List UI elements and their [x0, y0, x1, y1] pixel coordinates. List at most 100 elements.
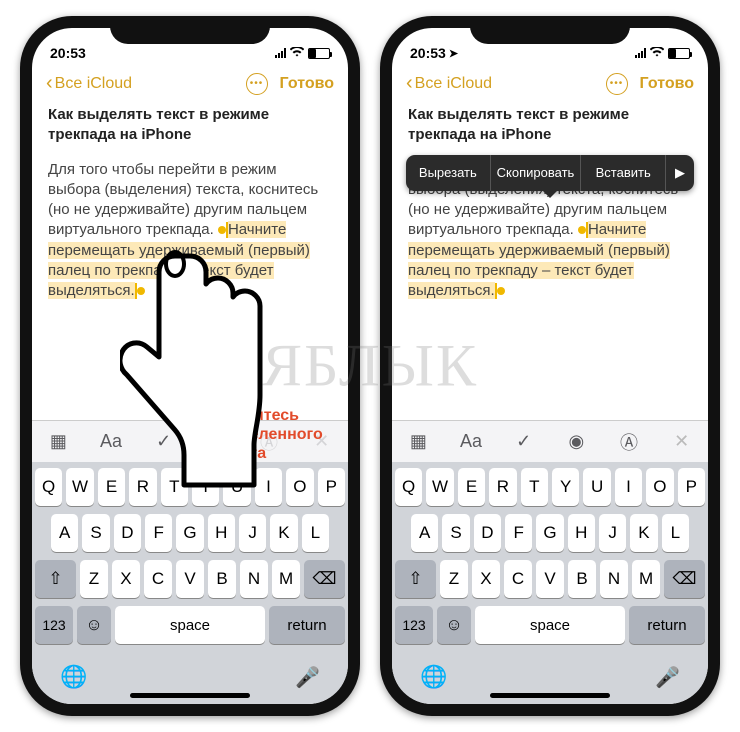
- annotation-text: Коснитесь выделенного текста: [216, 406, 323, 464]
- key-h[interactable]: H: [208, 514, 235, 552]
- shift-key[interactable]: ⇧: [35, 560, 76, 598]
- iphone-right: 20:53 ➤ ‹ Все iCloud ••• Готово Как вы: [380, 16, 720, 716]
- note-editor[interactable]: Как выделять текст в режиме трекпада на …: [392, 105, 708, 420]
- key-w[interactable]: W: [426, 468, 453, 506]
- key-m[interactable]: M: [272, 560, 300, 598]
- key-l[interactable]: L: [662, 514, 689, 552]
- emoji-key[interactable]: ☺: [77, 606, 111, 644]
- key-f[interactable]: F: [145, 514, 172, 552]
- close-keyboard-icon[interactable]: ✕: [666, 431, 698, 452]
- key-a[interactable]: A: [411, 514, 438, 552]
- key-x[interactable]: X: [112, 560, 140, 598]
- key-q[interactable]: Q: [395, 468, 422, 506]
- key-y[interactable]: Y: [192, 468, 219, 506]
- globe-icon[interactable]: 🌐: [60, 664, 87, 690]
- key-o[interactable]: O: [286, 468, 313, 506]
- key-s[interactable]: S: [82, 514, 109, 552]
- key-j[interactable]: J: [239, 514, 266, 552]
- back-button[interactable]: ‹ Все iCloud: [46, 72, 132, 95]
- keyboard[interactable]: QWERTYUIOP ASDFGHJKL ⇧ ZXCVBNM ⌫ 123 ☺ s…: [392, 462, 708, 656]
- paste-action[interactable]: Вставить: [581, 155, 666, 191]
- key-r[interactable]: R: [129, 468, 156, 506]
- key-x[interactable]: X: [472, 560, 500, 598]
- key-f[interactable]: F: [505, 514, 532, 552]
- key-row-1: QWERTYUIOP: [35, 468, 345, 506]
- key-v[interactable]: V: [176, 560, 204, 598]
- mic-icon[interactable]: 🎤: [295, 665, 320, 690]
- home-indicator[interactable]: [130, 693, 250, 698]
- space-key[interactable]: space: [475, 606, 625, 644]
- battery-icon: [668, 48, 690, 59]
- back-button[interactable]: ‹ Все iCloud: [406, 72, 492, 95]
- key-j[interactable]: J: [599, 514, 626, 552]
- markup-icon[interactable]: Ⓐ: [613, 429, 645, 455]
- key-d[interactable]: D: [474, 514, 501, 552]
- key-z[interactable]: Z: [80, 560, 108, 598]
- table-icon[interactable]: ▦: [42, 431, 74, 452]
- key-u[interactable]: U: [583, 468, 610, 506]
- return-key[interactable]: return: [629, 606, 705, 644]
- done-button[interactable]: Готово: [280, 75, 334, 93]
- backspace-key[interactable]: ⌫: [664, 560, 705, 598]
- key-u[interactable]: U: [223, 468, 250, 506]
- key-m[interactable]: M: [632, 560, 660, 598]
- key-c[interactable]: C: [144, 560, 172, 598]
- key-h[interactable]: H: [568, 514, 595, 552]
- mic-icon[interactable]: 🎤: [655, 665, 680, 690]
- key-s[interactable]: S: [442, 514, 469, 552]
- copy-action[interactable]: Скопировать: [491, 155, 582, 191]
- note-editor[interactable]: Как выделять текст в режиме трекпада на …: [32, 105, 348, 420]
- table-icon[interactable]: ▦: [402, 431, 434, 452]
- key-q[interactable]: Q: [35, 468, 62, 506]
- more-icon[interactable]: •••: [606, 73, 628, 95]
- key-k[interactable]: K: [630, 514, 657, 552]
- keyboard[interactable]: QWERTYUIOP ASDFGHJKL ⇧ ZXCVBNM ⌫ 123 ☺ s…: [32, 462, 348, 656]
- checklist-icon[interactable]: ✓: [508, 431, 540, 452]
- format-icon[interactable]: Aa: [455, 431, 487, 452]
- cut-action[interactable]: Вырезать: [406, 155, 491, 191]
- key-g[interactable]: G: [176, 514, 203, 552]
- key-d[interactable]: D: [114, 514, 141, 552]
- key-n[interactable]: N: [600, 560, 628, 598]
- space-key[interactable]: space: [115, 606, 265, 644]
- home-indicator[interactable]: [490, 693, 610, 698]
- key-o[interactable]: O: [646, 468, 673, 506]
- key-t[interactable]: T: [521, 468, 548, 506]
- globe-icon[interactable]: 🌐: [420, 664, 447, 690]
- key-b[interactable]: B: [568, 560, 596, 598]
- key-e[interactable]: E: [98, 468, 125, 506]
- key-t[interactable]: T: [161, 468, 188, 506]
- key-w[interactable]: W: [66, 468, 93, 506]
- checklist-icon[interactable]: ✓: [148, 431, 180, 452]
- key-z[interactable]: Z: [440, 560, 468, 598]
- key-g[interactable]: G: [536, 514, 563, 552]
- key-e[interactable]: E: [458, 468, 485, 506]
- wifi-icon: [650, 46, 664, 60]
- key-y[interactable]: Y: [552, 468, 579, 506]
- more-actions-arrow-icon[interactable]: ▶: [666, 164, 694, 182]
- key-k[interactable]: K: [270, 514, 297, 552]
- emoji-key[interactable]: ☺: [437, 606, 471, 644]
- numbers-key[interactable]: 123: [395, 606, 433, 644]
- key-a[interactable]: A: [51, 514, 78, 552]
- done-button[interactable]: Готово: [640, 75, 694, 93]
- camera-icon[interactable]: ◉: [560, 431, 592, 452]
- shift-key[interactable]: ⇧: [395, 560, 436, 598]
- key-c[interactable]: C: [504, 560, 532, 598]
- backspace-key[interactable]: ⌫: [304, 560, 345, 598]
- key-row-2b: ASDFGHJKL: [395, 514, 705, 552]
- key-v[interactable]: V: [536, 560, 564, 598]
- key-l[interactable]: L: [302, 514, 329, 552]
- key-r[interactable]: R: [489, 468, 516, 506]
- format-icon[interactable]: Aa: [95, 431, 127, 452]
- text-context-menu[interactable]: Вырезать Скопировать Вставить ▶: [406, 155, 694, 191]
- numbers-key[interactable]: 123: [35, 606, 73, 644]
- key-p[interactable]: P: [678, 468, 705, 506]
- key-p[interactable]: P: [318, 468, 345, 506]
- key-i[interactable]: I: [615, 468, 642, 506]
- key-n[interactable]: N: [240, 560, 268, 598]
- more-icon[interactable]: •••: [246, 73, 268, 95]
- key-b[interactable]: B: [208, 560, 236, 598]
- key-i[interactable]: I: [255, 468, 282, 506]
- return-key[interactable]: return: [269, 606, 345, 644]
